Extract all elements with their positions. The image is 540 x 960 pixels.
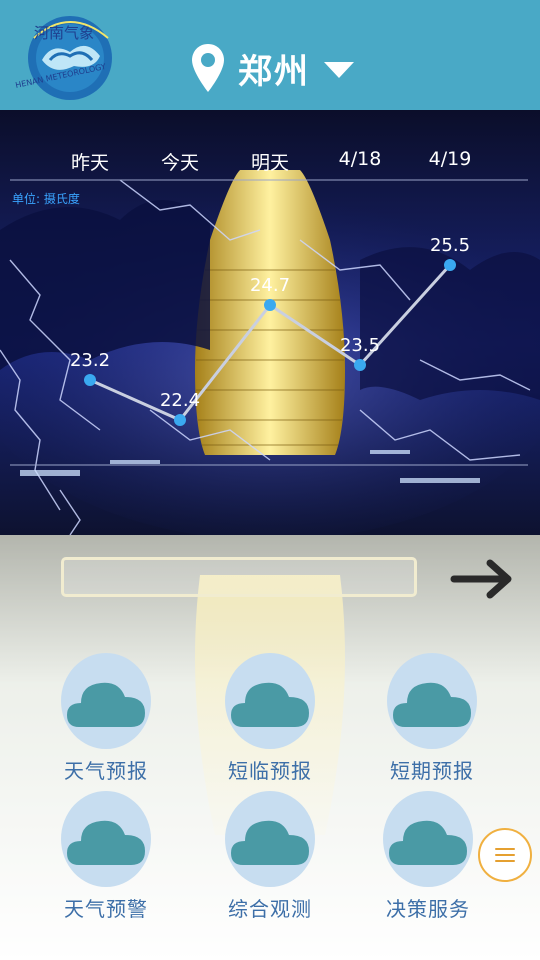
- cloud-icon: [225, 653, 315, 749]
- app-screen: 河南气象 HENAN METEOROLOGY 郑州 昨天 今天 明天 4/18 …: [0, 0, 540, 960]
- temperature-point: [84, 374, 96, 386]
- temperature-data-label: 23.2: [70, 350, 110, 371]
- tile-label: 短临预报: [228, 759, 312, 783]
- tile-decision-service[interactable]: 决策服务: [358, 791, 498, 922]
- cloud-icon: [387, 653, 477, 749]
- tile-label: 天气预警: [64, 897, 148, 921]
- cloud-icon: [225, 791, 315, 887]
- caret-down-icon: [324, 62, 354, 78]
- tile-nowcast[interactable]: 短临预报: [200, 653, 340, 784]
- forecast-chart-panel: 昨天 今天 明天 4/18 4/19 单位: 摄氏度 23.2 22.4 24.7 2…: [0, 110, 540, 535]
- temperature-point: [444, 259, 456, 271]
- tile-weather-forecast[interactable]: 天气预报: [36, 653, 176, 784]
- temperature-point: [354, 359, 366, 371]
- meteorological-bureau-logo: 河南气象 HENAN METEOROLOGY: [15, 16, 112, 100]
- arrow-right-icon[interactable]: [450, 557, 516, 601]
- temperature-data-label: 25.5: [430, 235, 470, 256]
- tile-label: 决策服务: [386, 897, 470, 921]
- svg-text:河南气象: 河南气象: [34, 24, 94, 42]
- app-header: 河南气象 HENAN METEOROLOGY 郑州: [0, 0, 540, 112]
- temperature-line-chart: 23.2 22.4 24.7 23.5 25.5: [70, 235, 470, 426]
- cloud-icon: [383, 791, 473, 887]
- cloud-icon: [61, 653, 151, 749]
- hamburger-menu-icon: [495, 848, 515, 862]
- cloud-icon: [61, 791, 151, 887]
- temperature-data-label: 23.5: [340, 335, 380, 356]
- location-pin-icon: [192, 44, 224, 92]
- tile-short-term-forecast[interactable]: 短期预报: [362, 653, 502, 784]
- menu-button[interactable]: [478, 828, 532, 882]
- temperature-data-label: 22.4: [160, 390, 200, 411]
- tile-weather-warning[interactable]: 天气预警: [36, 791, 176, 922]
- tile-label: 天气预报: [64, 759, 148, 783]
- temperature-point: [174, 414, 186, 426]
- tile-label: 短期预报: [390, 759, 474, 783]
- tile-integrated-observation[interactable]: 综合观测: [200, 791, 340, 922]
- tile-label: 综合观测: [228, 897, 312, 921]
- services-panel: 天气预报 短临预报 短期预报 天气预警 综合观测 决策服务: [0, 535, 540, 960]
- city-selector[interactable]: 郑州: [190, 40, 356, 96]
- city-name: 郑州: [238, 51, 310, 92]
- search-input[interactable]: [61, 557, 417, 597]
- temperature-data-label: 24.7: [250, 275, 290, 296]
- temperature-point: [264, 299, 276, 311]
